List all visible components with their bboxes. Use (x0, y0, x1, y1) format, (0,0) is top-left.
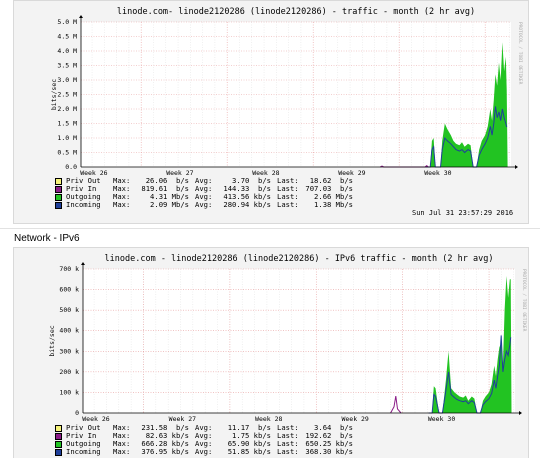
y-tick-label: 2.5 M (57, 91, 77, 99)
y-tick-label: 300 k (59, 347, 79, 355)
x-tick-label: Week 27 (169, 415, 196, 423)
legend-key: Max: (113, 447, 131, 456)
x-tick-label: Week 29 (341, 415, 368, 423)
legend-series-name: Incoming (66, 447, 101, 456)
y-tick-label: 0.0 (65, 163, 77, 171)
legend-swatch (55, 424, 62, 432)
y-tick-label: 1.0 M (57, 134, 77, 142)
legend-row: Incoming Max: 2.09 Mb/s Avg: 280.94 kb/s Last… (55, 201, 359, 209)
y-tick-label: 700 k (59, 265, 79, 273)
legend-key: Avg: (195, 447, 213, 456)
y-tick-label: 4.0 M (57, 47, 77, 55)
y-axis-label: bits/sec (48, 325, 56, 356)
legend-key: Max: (113, 200, 131, 209)
y-tick-label: 100 k (59, 388, 79, 396)
legend-avg-value: 51.85 kb/s (227, 447, 271, 456)
ipv6-graph-panel: linode.com - linode2120286 (linode212028… (13, 247, 529, 458)
legend-swatch (55, 185, 62, 193)
graph-timestamp: Sun Jul 31 23:57:29 2016 (412, 209, 514, 217)
traffic-legend: Priv Out Max: 26.06 b/s Avg: 3.70 b/s Last: 18… (55, 177, 359, 209)
y-axis-arrow (81, 262, 85, 265)
y-tick-label: 200 k (59, 368, 79, 376)
rrdtool-credit: PROTOCOL / TOBI OETIKER (517, 22, 523, 85)
x-tick-label: Week 30 (424, 169, 451, 177)
x-tick-label: Week 30 (428, 415, 455, 423)
x-axis-arrow (519, 411, 522, 415)
y-tick-label: 0.5 M (57, 149, 77, 157)
legend-series-name: Incoming (66, 200, 101, 209)
y-tick-label: 2.0 M (57, 105, 77, 113)
legend-swatch (55, 193, 62, 201)
legend-last-value: 368.30 kb/s (305, 447, 353, 456)
legend-max-value: 376.95 kb/s (141, 447, 189, 456)
legend-swatch (55, 432, 62, 440)
y-tick-label: 0 (75, 409, 79, 417)
y-axis-label: bits/sec (50, 79, 58, 110)
x-tick-label: Week 26 (82, 415, 109, 423)
x-tick-label: Week 28 (255, 415, 282, 423)
y-tick-label: 500 k (59, 306, 79, 314)
y-tick-label: 600 k (59, 286, 79, 294)
legend-key: Avg: (195, 200, 213, 209)
legend-swatch (55, 177, 62, 185)
legend-swatch (55, 448, 62, 456)
legend-swatch (55, 201, 62, 209)
legend-avg-value: 280.94 kb/s (223, 200, 271, 209)
legend-swatch (55, 440, 62, 448)
rrdtool-credit: PROTOCOL / TOBI OETIKER (521, 269, 527, 332)
legend-row: Incoming Max: 376.95 kb/s Avg: 51.85 kb/s Las… (55, 448, 359, 456)
ipv6-legend: Priv Out Max: 231.58 b/s Avg: 11.17 b/s Last:… (55, 424, 359, 456)
y-tick-label: 5.0 M (57, 18, 77, 26)
y-tick-label: 1.5 M (57, 120, 77, 128)
section-label: Network - IPv6 (14, 233, 80, 244)
y-axis-arrow (79, 15, 83, 18)
x-axis-arrow (515, 165, 518, 169)
legend-max-value: 2.09 Mb/s (150, 200, 189, 209)
legend-key: Last: (277, 447, 299, 456)
section-divider (0, 228, 540, 229)
y-tick-label: 3.5 M (57, 62, 77, 70)
y-tick-label: 400 k (59, 327, 79, 335)
traffic-graph-panel: linode.com- linode2120286 (linode2120286… (13, 0, 529, 224)
y-tick-label: 3.0 M (57, 76, 77, 84)
legend-key: Last: (277, 200, 299, 209)
chart-title: linode.com - linode2120286 (linode212028… (105, 254, 494, 264)
y-tick-label: 4.5 M (57, 33, 77, 41)
chart-title: linode.com- linode2120286 (linode2120286… (117, 7, 475, 17)
legend-last-value: 1.38 Mb/s (314, 200, 353, 209)
